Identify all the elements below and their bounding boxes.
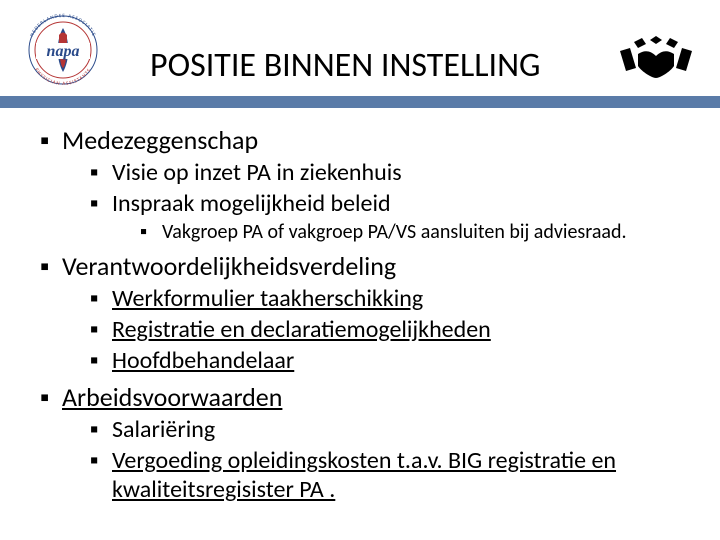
handshake-icon (620, 36, 692, 88)
section-heading[interactable]: ▪ Arbeidsvoorwaarden (40, 381, 705, 413)
napa-logo: napa NEDERLANDSE ASSOCIATIE PHYSICIAN AS… (18, 10, 108, 90)
list-subitem: ▪ Vakgroep PA of vakgroep PA/VS aansluit… (140, 220, 705, 244)
list-item[interactable]: ▪ Vergoeding opleidingskosten t.a.v. BIG… (90, 446, 705, 504)
svg-text:napa: napa (47, 43, 80, 60)
bullet-icon: ▪ (90, 346, 112, 375)
divider-bar (0, 96, 720, 108)
bullet-icon: ▪ (40, 124, 62, 156)
list-item: ▪ Inspraak mogelijkheid beleid (90, 189, 705, 218)
item-label: Salariëring (112, 415, 705, 444)
bullet-icon: ▪ (90, 284, 112, 313)
subitem-label: Vakgroep PA of vakgroep PA/VS aansluiten… (162, 220, 705, 244)
list-item: ▪ Salariëring (90, 415, 705, 444)
bullet-icon: ▪ (90, 315, 112, 344)
list-item[interactable]: ▪ Registratie en declaratiemogelijkheden (90, 315, 705, 344)
item-link[interactable]: Werkformulier taakherschikking (112, 284, 705, 313)
section-label: Medezeggenschap (62, 124, 705, 156)
list-item[interactable]: ▪ Hoofdbehandelaar (90, 346, 705, 375)
bullet-icon: ▪ (40, 250, 62, 282)
bullet-icon: ▪ (90, 189, 112, 218)
section-label: Verantwoordelijkheidsverdeling (62, 250, 705, 282)
item-link[interactable]: Vergoeding opleidingskosten t.a.v. BIG r… (112, 446, 705, 504)
slide-title: POSITIE BINNEN INSTELLING (150, 45, 541, 86)
list-item: ▪ Visie op inzet PA in ziekenhuis (90, 158, 705, 187)
bullet-icon: ▪ (40, 381, 62, 413)
item-label: Visie op inzet PA in ziekenhuis (112, 158, 705, 187)
bullet-icon: ▪ (90, 415, 112, 444)
item-link[interactable]: Registratie en declaratiemogelijkheden (112, 315, 705, 344)
bullet-icon: ▪ (140, 220, 162, 244)
list-item[interactable]: ▪ Werkformulier taakherschikking (90, 284, 705, 313)
item-label: Inspraak mogelijkheid beleid (112, 189, 705, 218)
item-link[interactable]: Hoofdbehandelaar (112, 346, 705, 375)
section-heading: ▪ Verantwoordelijkheidsverdeling (40, 250, 705, 282)
section-link[interactable]: Arbeidsvoorwaarden (62, 381, 705, 413)
section-heading: ▪ Medezeggenschap (40, 124, 705, 156)
bullet-icon: ▪ (90, 446, 112, 475)
content-area: ▪ Medezeggenschap ▪ Visie op inzet PA in… (40, 118, 705, 506)
bullet-icon: ▪ (90, 158, 112, 187)
